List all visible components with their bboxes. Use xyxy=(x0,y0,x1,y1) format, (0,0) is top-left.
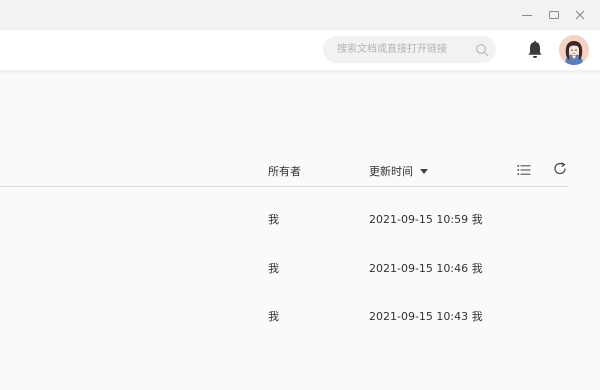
maximize-button[interactable] xyxy=(547,8,561,22)
avatar-illustration xyxy=(559,35,589,65)
minimize-button[interactable] xyxy=(520,8,534,22)
refresh-icon[interactable] xyxy=(553,162,567,176)
close-icon xyxy=(575,10,585,20)
title-bar xyxy=(0,0,600,30)
row-owner: 我 xyxy=(268,310,279,323)
close-button[interactable] xyxy=(573,8,587,22)
column-header-owner[interactable]: 所有者 xyxy=(268,163,301,179)
maximize-icon xyxy=(549,11,559,19)
search-box[interactable] xyxy=(323,36,496,63)
table-row[interactable]: 我 2021-09-15 10:46 我 xyxy=(0,243,568,291)
table-row[interactable]: 我 2021-09-15 10:59 我 xyxy=(0,194,568,242)
column-header-updated[interactable]: 更新时间 xyxy=(369,163,428,179)
search-icon[interactable] xyxy=(475,43,489,57)
column-header-updated-label: 更新时间 xyxy=(369,165,413,178)
avatar[interactable] xyxy=(559,35,589,65)
row-updated: 2021-09-15 10:59 我 xyxy=(369,213,483,226)
top-header xyxy=(0,30,600,70)
row-owner: 我 xyxy=(268,213,279,226)
row-updated: 2021-09-15 10:46 我 xyxy=(369,262,483,275)
table-row[interactable]: 我 2021-09-15 10:43 我 xyxy=(0,291,568,339)
sort-desc-icon xyxy=(420,168,428,174)
row-updated: 2021-09-15 10:43 我 xyxy=(369,310,483,323)
table-header: 所有者 更新时间 xyxy=(0,155,568,187)
search-input[interactable] xyxy=(337,36,467,63)
bell-icon[interactable] xyxy=(526,40,544,60)
row-owner: 我 xyxy=(268,262,279,275)
minimize-icon xyxy=(522,15,532,16)
list-view-icon[interactable] xyxy=(517,163,531,177)
